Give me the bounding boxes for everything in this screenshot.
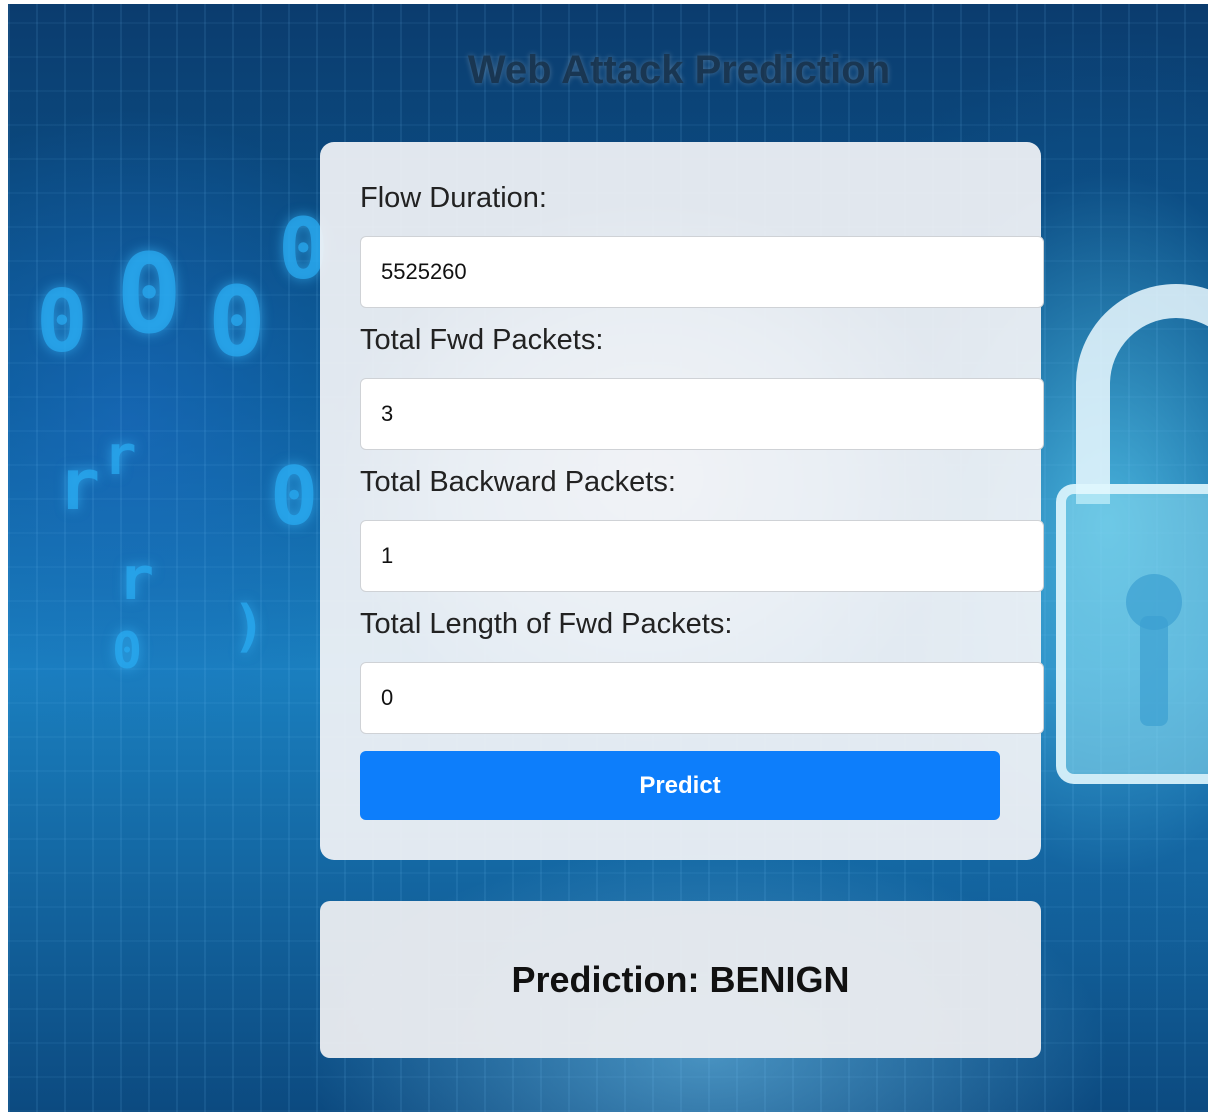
total-length-fwd-packets-input[interactable] (360, 662, 1044, 734)
total-length-fwd-packets-label: Total Length of Fwd Packets: (360, 608, 733, 640)
background-glyph: 0 (208, 266, 266, 378)
flow-duration-label: Flow Duration: (360, 182, 547, 214)
page-title: Web Attack Prediction (467, 48, 891, 92)
background-glyph: r (104, 424, 137, 487)
total-backward-packets-label: Total Backward Packets: (360, 466, 676, 498)
predict-button[interactable]: Predict (360, 751, 1000, 820)
prediction-form: Flow Duration: Total Fwd Packets: Total … (320, 142, 1044, 860)
lock-body (1056, 484, 1208, 784)
flow-duration-input[interactable] (360, 236, 1044, 308)
background-glyph: ) (232, 594, 266, 659)
background-glyph: 0 (36, 272, 88, 372)
prediction-result-panel: Prediction: BENIGN (320, 901, 1041, 1058)
lock-icon (1056, 244, 1208, 804)
background-glyph: 0 (270, 450, 319, 543)
total-backward-packets-input[interactable] (360, 520, 1044, 592)
background-glyph: r (118, 544, 155, 614)
lock-shackle (1076, 284, 1208, 504)
background-glyph: 0 (116, 230, 183, 358)
total-fwd-packets-label: Total Fwd Packets: (360, 324, 604, 356)
total-fwd-packets-input[interactable] (360, 378, 1044, 450)
prediction-result-text: Prediction: BENIGN (511, 958, 850, 1000)
background-glyph: r (58, 444, 101, 526)
background-glyph: 0 (112, 622, 143, 680)
keyhole-stem (1140, 616, 1168, 726)
